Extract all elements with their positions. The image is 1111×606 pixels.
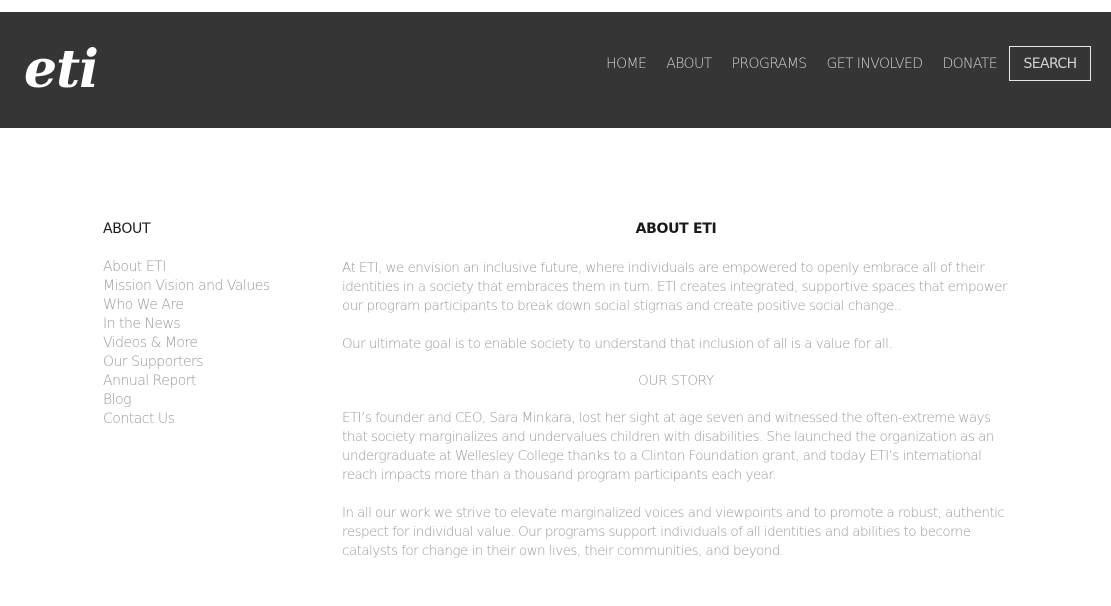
sidebar: ABOUT About ETI Mission Vision and Value… xyxy=(103,220,313,429)
story-paragraph-2: In all our work we strive to elevate mar… xyxy=(342,505,1005,559)
main-content: ABOUT ETI At ETI, we envision an inclusi… xyxy=(342,220,1010,580)
sidebar-link-in-the-news[interactable]: In the News xyxy=(103,315,313,334)
page: eti HOME ABOUT PROGRAMS GET INVOLVED DON… xyxy=(0,0,1111,606)
intro-paragraph-2: Our ultimate goal is to enable society t… xyxy=(342,336,893,352)
sidebar-link-contact-us[interactable]: Contact Us xyxy=(103,410,313,429)
sidebar-link-about-eti[interactable]: About ETI xyxy=(103,258,313,277)
main-nav: HOME ABOUT PROGRAMS GET INVOLVED DONATE … xyxy=(586,46,1091,81)
sidebar-title: ABOUT xyxy=(103,221,151,237)
sidebar-link-blog[interactable]: Blog xyxy=(103,391,313,410)
nav-donate[interactable]: DONATE xyxy=(942,56,997,72)
page-title: ABOUT ETI xyxy=(635,221,717,237)
story-paragraph-1: ETI’s founder and CEO, Sara Minkara, los… xyxy=(342,410,994,483)
sidebar-link-our-supporters[interactable]: Our Supporters xyxy=(103,353,313,372)
intro-paragraph-1: At ETI, we envision an inclusive future,… xyxy=(342,260,1008,314)
search-button[interactable]: SEARCH xyxy=(1009,46,1091,81)
nav-home[interactable]: HOME xyxy=(606,56,647,72)
sidebar-link-videos-more[interactable]: Videos & More xyxy=(103,334,313,353)
sidebar-link-mission-vision-values[interactable]: Mission Vision and Values xyxy=(103,277,313,296)
nav-get-involved[interactable]: GET INVOLVED xyxy=(827,56,924,72)
nav-programs[interactable]: PROGRAMS xyxy=(732,56,808,72)
our-story-heading: OUR STORY xyxy=(638,373,714,389)
site-header: eti HOME ABOUT PROGRAMS GET INVOLVED DON… xyxy=(0,12,1111,128)
nav-about[interactable]: ABOUT xyxy=(666,56,712,72)
sidebar-link-annual-report[interactable]: Annual Report xyxy=(103,372,313,391)
eti-logo[interactable]: eti xyxy=(24,40,99,100)
sidebar-link-who-we-are[interactable]: Who We Are xyxy=(103,296,313,315)
